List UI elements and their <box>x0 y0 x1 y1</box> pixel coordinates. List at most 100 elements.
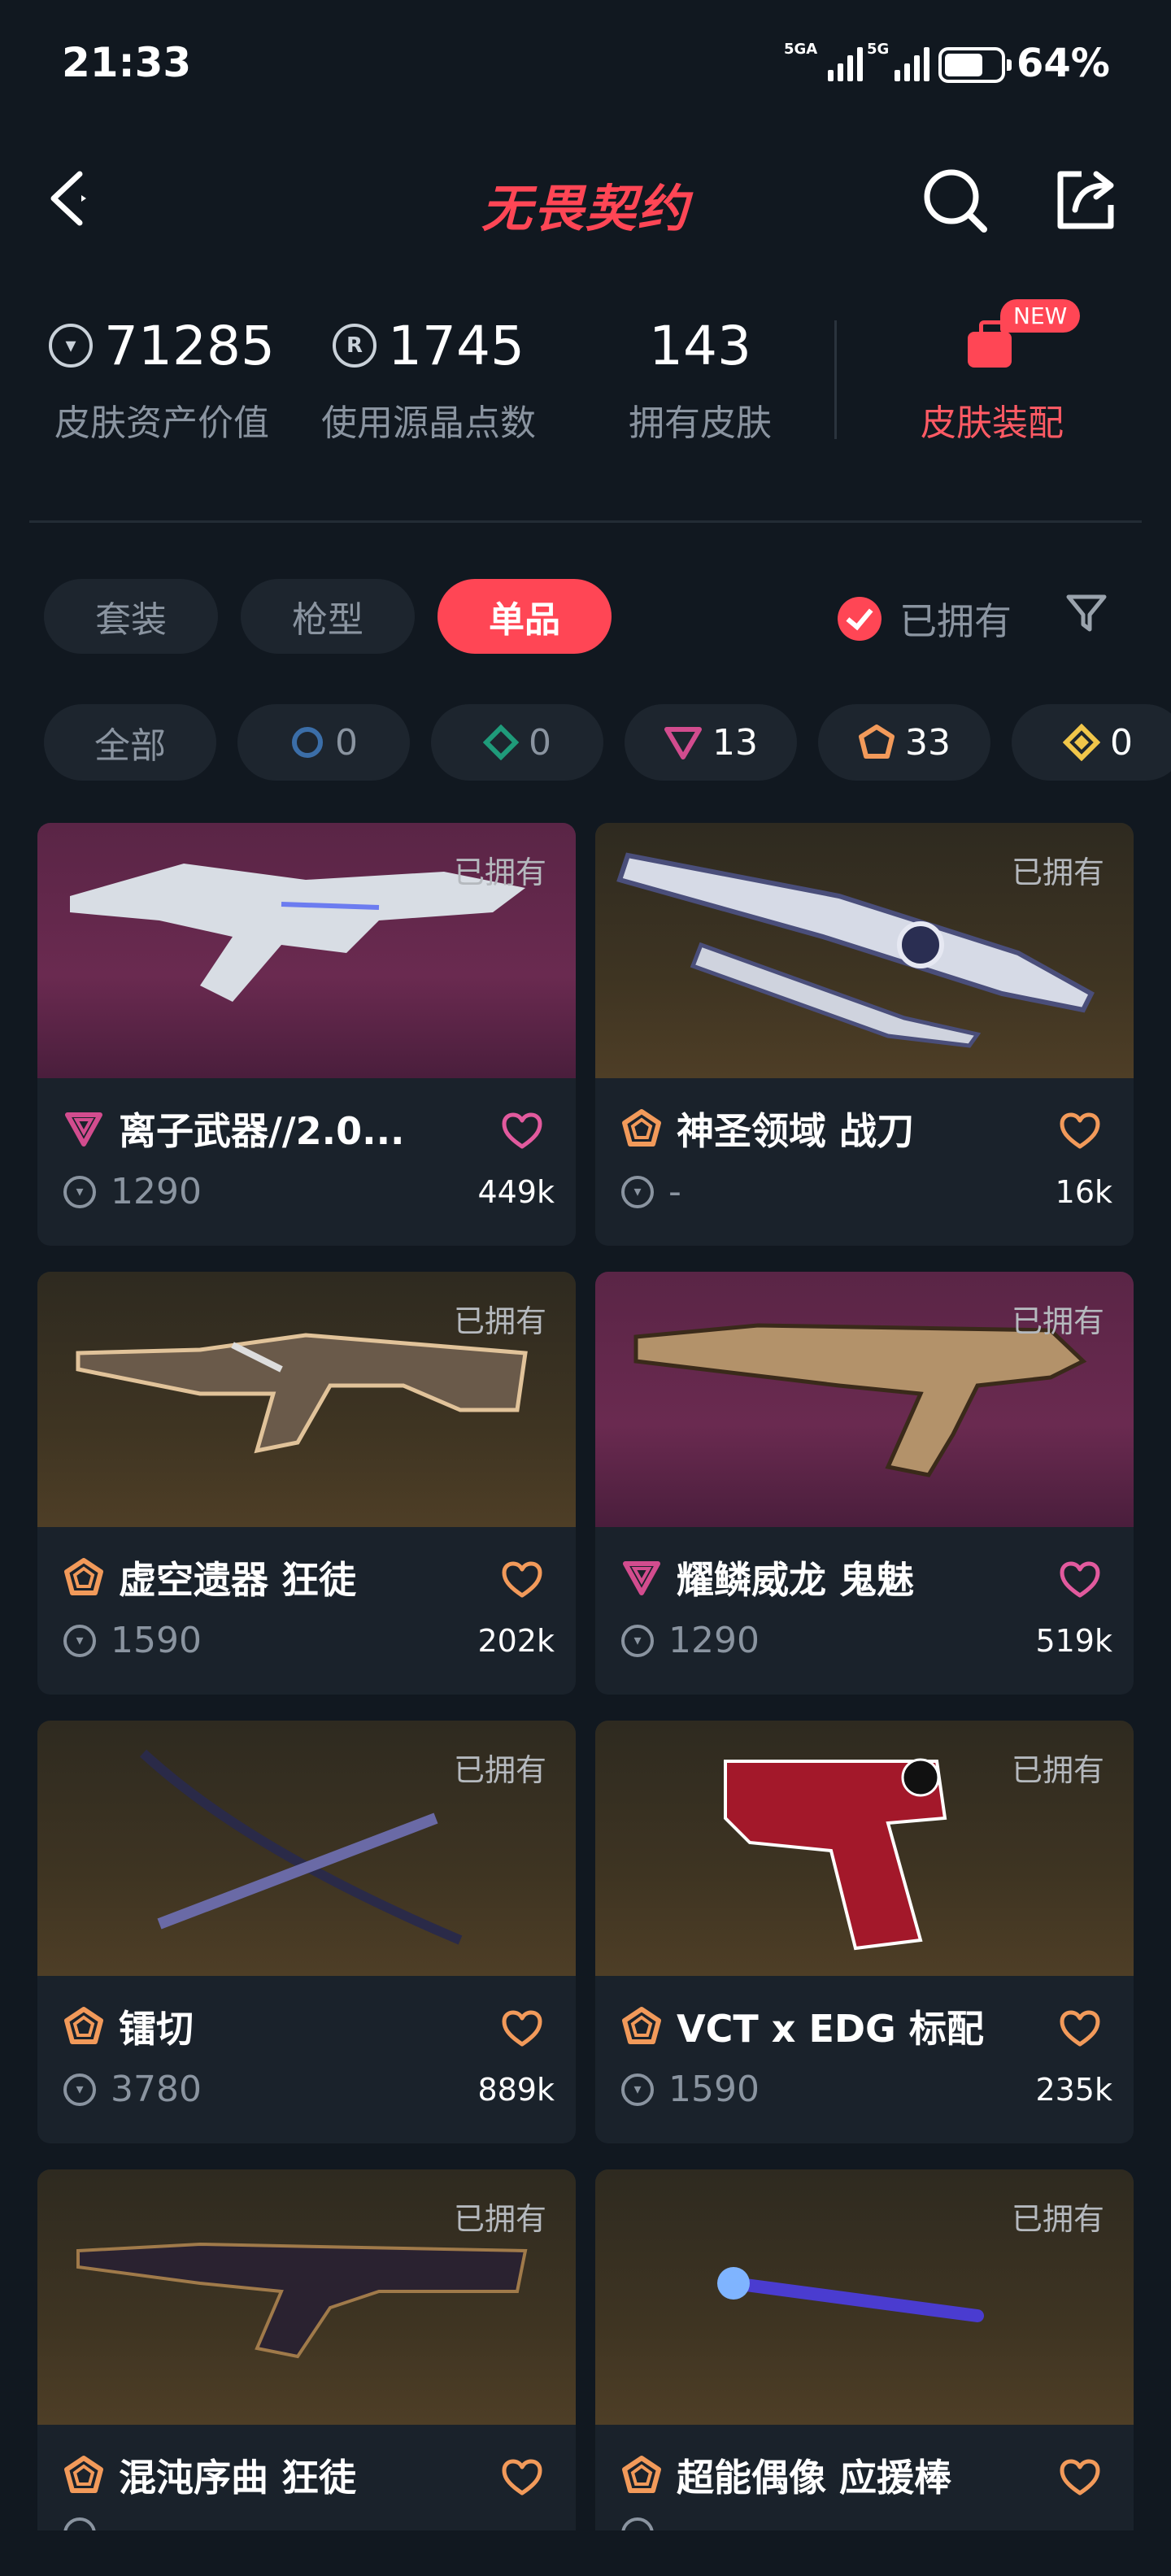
status-bar: 21:33 5GA 5G 64% <box>0 0 1171 130</box>
like-count: 519k <box>1035 1623 1112 1659</box>
skin-name: VCT x EDG 标配 <box>677 2007 984 2051</box>
owned-tag: 已拥有 <box>453 2201 546 2237</box>
divider <box>29 520 1142 523</box>
battery-icon <box>938 47 1012 83</box>
vp-coin-icon: ▾ <box>63 1624 96 1657</box>
skin-name: 超能偶像 应援棒 <box>677 2456 952 2500</box>
divider <box>834 320 837 439</box>
owned-tag: 已拥有 <box>453 855 546 890</box>
vp-coin-icon: ▾ <box>49 324 94 368</box>
skin-price: 1290 <box>668 1620 760 1661</box>
exclusive-tier-icon <box>64 2007 103 2044</box>
like-heart-icon[interactable] <box>501 2459 543 2496</box>
skin-card[interactable]: 已拥有 VCT x EDG 标配 ▾ 1590 235k <box>595 1721 1134 2143</box>
tab-bundles[interactable]: 套装 <box>44 579 218 654</box>
skin-price: 1290 <box>111 1171 202 1212</box>
owned-tag: 已拥有 <box>1011 1752 1104 1788</box>
briefcase-icon <box>968 320 1012 368</box>
chip-exclusive-tier[interactable]: 33 <box>818 704 990 781</box>
skin-price: 3780 <box>111 2069 202 2110</box>
cellular-signal-2-icon: 5G <box>867 41 929 81</box>
like-heart-icon[interactable] <box>1059 2010 1101 2047</box>
chip-all[interactable]: 全部 <box>44 704 216 781</box>
premium-tier-icon <box>623 1561 660 1595</box>
checkbox-checked-icon[interactable] <box>838 597 882 641</box>
rarity-filter-chips: 全部 0 0 13 33 0 <box>44 704 1171 781</box>
like-heart-icon[interactable] <box>1059 1112 1101 1150</box>
deluxe-tier-icon <box>483 724 519 760</box>
exclusive-tier-icon <box>859 724 895 759</box>
like-heart-icon[interactable] <box>1059 1561 1101 1599</box>
like-count: 202k <box>477 1623 555 1659</box>
cellular-signal-icon: 5GA <box>784 41 863 81</box>
vp-coin-icon: ▾ <box>621 1175 654 1208</box>
tab-weapon-types[interactable]: 枪型 <box>241 579 415 654</box>
like-heart-icon[interactable] <box>501 2010 543 2047</box>
skin-price: 1590 <box>668 2069 760 2110</box>
vp-coin-icon: ▾ <box>63 2517 96 2530</box>
search-icon[interactable] <box>921 166 990 236</box>
like-count: 16k <box>1055 1174 1112 1210</box>
vp-coin-icon: ▾ <box>621 2517 654 2530</box>
share-icon[interactable] <box>1049 163 1122 236</box>
clock: 21:33 <box>62 39 192 86</box>
chip-ultra-tier[interactable]: 0 <box>1012 704 1171 781</box>
skin-price: 1590 <box>111 1620 202 1661</box>
chip-deluxe-tier[interactable]: 0 <box>431 704 603 781</box>
app-header: 无畏契约 <box>0 146 1171 252</box>
skin-card[interactable]: 已拥有离子武器//2.0... ▾ 1290 449k <box>37 823 576 1246</box>
category-tabs: 套装 枪型 单品 <box>44 579 612 654</box>
like-heart-icon[interactable] <box>501 1112 543 1150</box>
tab-single-items[interactable]: 单品 <box>437 579 612 654</box>
skin-name: 镭切 <box>119 2007 194 2051</box>
like-count: 889k <box>477 2072 555 2108</box>
chip-premium-tier[interactable]: 13 <box>625 704 797 781</box>
premium-tier-icon <box>65 1112 102 1147</box>
ultra-tier-icon <box>1063 724 1100 761</box>
stats-panel: ▾ 71285 皮肤资产价值 R 1745 使用源晶点数 143 拥有皮肤 NEW … <box>0 299 1171 472</box>
owned-tag: 已拥有 <box>453 1752 546 1788</box>
battery-percent: 64% <box>1016 41 1110 86</box>
owned-tag: 已拥有 <box>1011 2201 1104 2237</box>
skin-card[interactable]: 已拥有虚空遗器 狂徒 ▾ 1590 202k <box>37 1272 576 1695</box>
skin-name: 神圣领域 战刀 <box>677 1109 915 1153</box>
owned-tag: 已拥有 <box>1011 855 1104 890</box>
skin-name: 虚空遗器 狂徒 <box>119 1558 357 1602</box>
skin-name: 混沌序曲 狂徒 <box>119 2456 357 2500</box>
exclusive-tier-icon <box>622 1109 661 1147</box>
skin-name: 离子武器//2.0... <box>119 1109 405 1153</box>
stat-radianite-points: R 1745 使用源晶点数 <box>321 314 536 445</box>
select-tier-icon <box>292 727 323 758</box>
filter-icon[interactable] <box>1064 590 1109 636</box>
skin-card[interactable]: 已拥有超能偶像 应援棒 ▾ <box>595 2169 1134 2530</box>
skin-name: 耀鳞威龙 鬼魅 <box>677 1558 915 1602</box>
new-badge: NEW <box>1000 299 1081 333</box>
back-arrow-icon[interactable] <box>41 166 106 231</box>
vp-coin-icon: ▾ <box>63 1175 96 1208</box>
like-heart-icon[interactable] <box>501 1561 543 1599</box>
like-heart-icon[interactable] <box>1059 2459 1101 2496</box>
skin-price: - <box>668 1171 681 1212</box>
radianite-icon: R <box>333 324 377 368</box>
stat-asset-value: ▾ 71285 皮肤资产价值 <box>28 309 296 446</box>
skin-card[interactable]: 已拥有神圣领域 战刀 ▾ - 16k <box>595 823 1134 1246</box>
exclusive-tier-icon <box>64 1558 103 1595</box>
owned-tag: 已拥有 <box>453 1303 546 1339</box>
exclusive-tier-icon <box>622 2007 661 2044</box>
vp-coin-icon: ▾ <box>621 2073 654 2106</box>
premium-tier-icon <box>664 727 702 759</box>
exclusive-tier-icon <box>622 2456 661 2493</box>
skin-card[interactable]: 已拥有 耀鳞威龙 鬼魅 ▾ 1290 519k <box>595 1272 1134 1695</box>
skin-card[interactable]: 已拥有镭切 ▾ 3780 889k <box>37 1721 576 2143</box>
like-count: 449k <box>477 1174 555 1210</box>
skin-card[interactable]: 已拥有混沌序曲 狂徒 ▾ <box>37 2169 576 2530</box>
vp-coin-icon: ▾ <box>63 2073 96 2106</box>
owned-only-toggle[interactable]: 已拥有 <box>838 592 1012 646</box>
chip-select-tier[interactable]: 0 <box>237 704 410 781</box>
vp-coin-icon: ▾ <box>621 1624 654 1657</box>
stat-owned-skins: 143 拥有皮肤 <box>629 314 772 445</box>
loadout-button[interactable]: NEW 皮肤装配 <box>870 299 1114 446</box>
like-count: 235k <box>1035 2072 1112 2108</box>
exclusive-tier-icon <box>64 2456 103 2493</box>
skin-grid: 已拥有 离子武器//2.0... ▾ 1290 449k 已拥有 神圣领域 战刀 ▾ -16k 已… <box>37 823 1134 2530</box>
